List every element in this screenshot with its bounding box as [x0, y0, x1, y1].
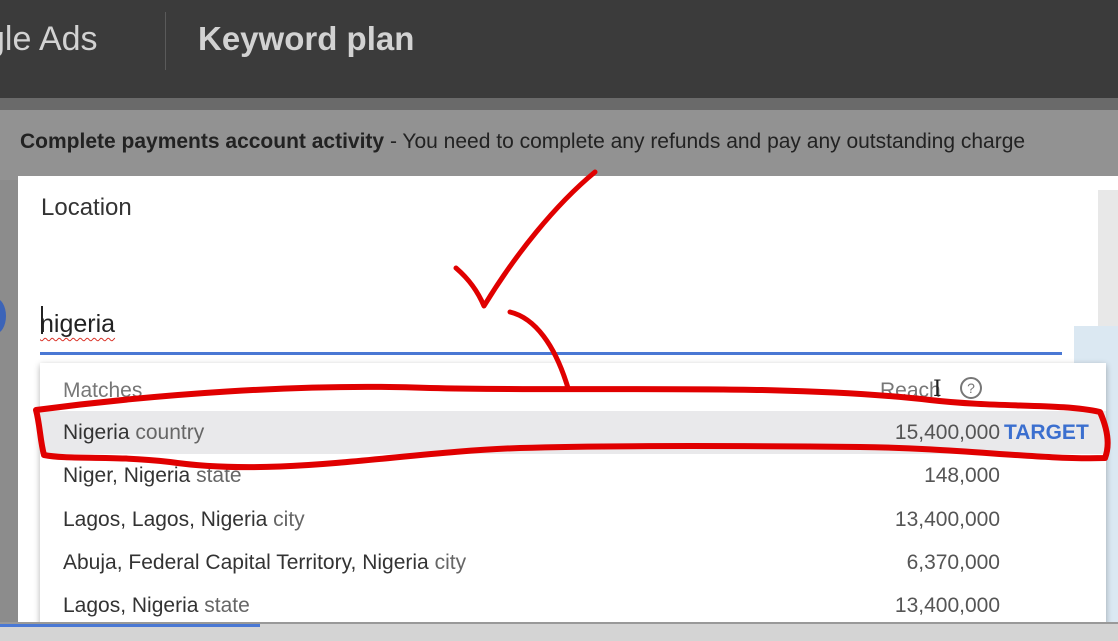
suggestion-reach: 13,400,000	[894, 508, 1000, 531]
location-search-input[interactable]: nigeria	[40, 306, 1062, 355]
location-type: city	[273, 508, 305, 531]
location-name: Lagos, Nigeria	[63, 594, 199, 617]
text-cursor-icon: I	[933, 377, 942, 402]
suggestion-location: Lagos, Nigeria state	[63, 594, 250, 618]
header-divider	[165, 12, 166, 70]
matches-header: Matches	[63, 379, 143, 402]
suggestion-reach: 148,000	[924, 464, 1000, 487]
suggestion-reach: 15,400,000	[894, 421, 1000, 444]
help-icon[interactable]: ?	[960, 377, 982, 399]
banner-message: You need to complete any refunds and pay…	[402, 130, 1026, 153]
location-type: state	[196, 464, 242, 487]
location-name: Abuja, Federal Capital Territory, Nigeri…	[63, 551, 429, 574]
app-brand[interactable]: gle Ads	[0, 20, 98, 59]
location-name: Niger, Nigeria	[63, 464, 191, 487]
side-action-chip[interactable]	[0, 298, 6, 334]
banner-text: Complete payments account activity - You…	[20, 130, 1025, 154]
suggestion-row-lagos-city[interactable]: Lagos, Lagos, Nigeria city 13,400,000	[40, 498, 1106, 541]
page-title: Keyword plan	[198, 20, 415, 57]
suggestion-location: Lagos, Lagos, Nigeria city	[63, 508, 305, 532]
suggestion-location: Nigeria country	[63, 421, 204, 445]
dialog-title: Location	[41, 194, 132, 221]
location-suggestions: Matches Reach I ? Nigeria country 15,400…	[40, 363, 1106, 639]
location-name: Lagos, Lagos, Nigeria	[63, 508, 268, 531]
suggestion-reach: 6,370,000	[906, 551, 1000, 574]
suggestion-row-nigeria-country[interactable]: Nigeria country 15,400,000 TARGET	[40, 411, 1106, 454]
banner-separator-text: -	[384, 130, 403, 153]
suggestions-header: Matches Reach I ?	[40, 363, 1106, 411]
suggestion-row-abuja-city[interactable]: Abuja, Federal Capital Territory, Nigeri…	[40, 541, 1106, 584]
location-type: country	[135, 421, 205, 444]
suggestion-reach: 13,400,000	[894, 594, 1000, 617]
location-type: city	[434, 551, 467, 574]
payment-banner: Complete payments account activity - You…	[0, 110, 1118, 180]
location-name: Nigeria	[63, 421, 130, 444]
bottom-bar	[0, 622, 1118, 641]
dialog-scrollbar[interactable]	[1098, 190, 1118, 340]
banner-bold-text: Complete payments account activity	[20, 130, 385, 153]
search-input-value[interactable]: nigeria	[40, 310, 115, 339]
location-dialog: Location nigeria Matches Reach I ? Niger…	[18, 176, 1118, 639]
suggestion-location: Abuja, Federal Capital Territory, Nigeri…	[63, 551, 466, 575]
target-button[interactable]: TARGET	[1004, 421, 1089, 445]
suggestion-location: Niger, Nigeria state	[63, 464, 242, 488]
suggestion-row-niger-state[interactable]: Niger, Nigeria state 148,000	[40, 454, 1106, 497]
location-type: state	[204, 594, 250, 617]
loading-progress	[0, 624, 260, 627]
suggestion-row-lagos-state[interactable]: Lagos, Nigeria state 13,400,000	[40, 584, 1106, 627]
reach-header: Reach	[880, 379, 941, 402]
banner-separator	[0, 98, 1118, 110]
app-header: gle Ads Keyword plan	[0, 0, 1118, 98]
